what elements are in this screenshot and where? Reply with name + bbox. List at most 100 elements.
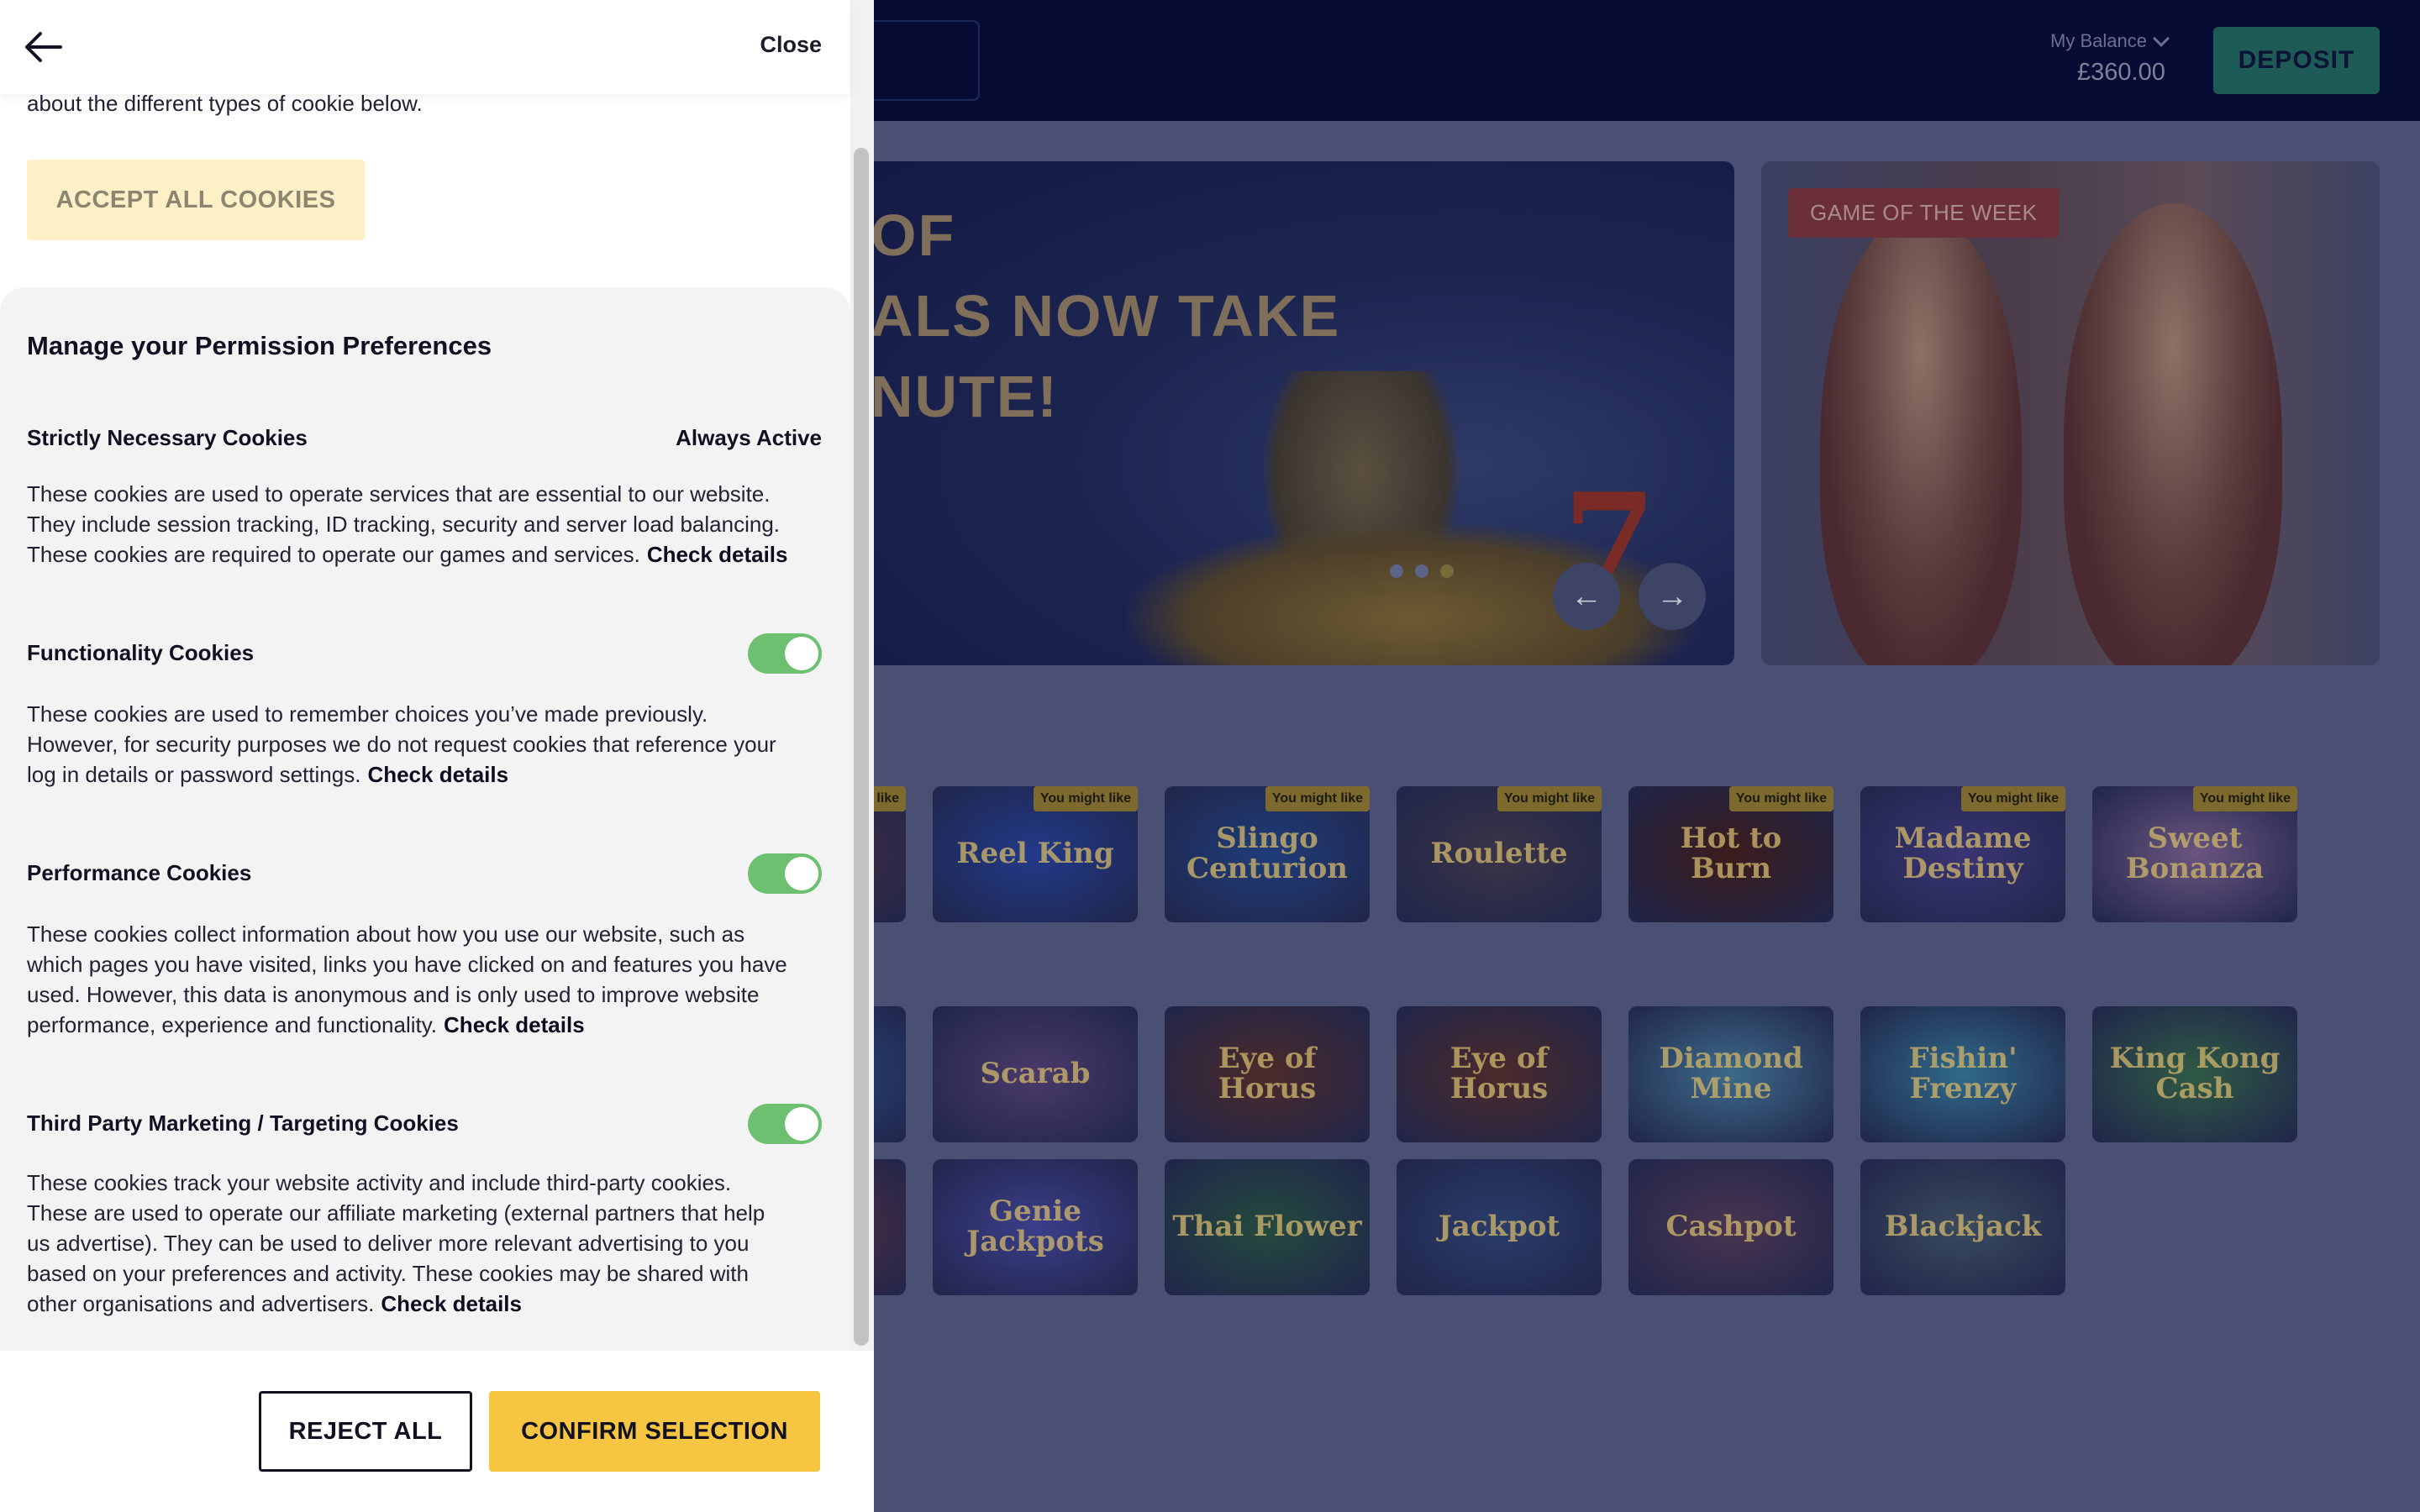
scrollbar-thumb[interactable] <box>854 148 869 1346</box>
game-tile[interactable]: Scarab <box>933 1006 1138 1142</box>
balance-toggle[interactable]: My Balance <box>2050 30 2170 52</box>
game-tile-title: Genie Jackpots <box>966 1194 1104 1258</box>
dealer-image <box>1820 212 2022 665</box>
description-line: other organisations and advertisers. <box>27 1291 375 1316</box>
functionality-toggle[interactable] <box>748 633 822 674</box>
description-line: However, for security purposes we do not… <box>27 732 776 757</box>
game-tile[interactable]: Slingo Centurion You might like <box>1165 786 1370 922</box>
confirm-selection-button[interactable]: CONFIRM SELECTION <box>489 1391 820 1472</box>
game-tile[interactable]: Thai Flower <box>1165 1159 1370 1295</box>
game-of-the-week-badge: GAME OF THE WEEK <box>1788 188 2060 238</box>
cookie-preferences-panel: about the different types of cookie belo… <box>0 0 874 1512</box>
panel-scroll-area[interactable]: about the different types of cookie belo… <box>0 0 850 1351</box>
description-line: used. However, this data is anonymous an… <box>27 982 760 1007</box>
performance-title: Performance Cookies <box>27 860 252 885</box>
game-tile[interactable]: Hot to Burn You might like <box>1628 786 1833 922</box>
game-tile[interactable]: Cashpot <box>1628 1159 1833 1295</box>
check-details-link[interactable]: Check details <box>381 1291 522 1316</box>
hero-headline-line-2: ALS NOW TAKE <box>871 283 1341 349</box>
you-might-like-tag: You might like <box>1728 786 1833 811</box>
game-tile-title: Thai Flower <box>1172 1210 1362 1244</box>
game-tile[interactable]: Jackpot <box>1397 1159 1602 1295</box>
strictly-necessary-title: Strictly Necessary Cookies <box>27 425 308 450</box>
description-line: These cookies are required to operate ou… <box>27 542 640 567</box>
description-line: log in details or password settings. <box>27 762 361 787</box>
deposit-button[interactable]: DEPOSIT <box>2213 27 2380 94</box>
description-line: These cookies are used to operate servic… <box>27 481 771 507</box>
game-tile-title: Eye of Horus <box>1449 1042 1549 1105</box>
game-tile-title: Slingo Centurion <box>1186 822 1349 885</box>
description-line: based on your preferences and activity. … <box>27 1261 749 1286</box>
game-tile[interactable]: Genie Jackpots <box>933 1159 1138 1295</box>
arrow-left-icon: ← <box>1570 578 1602 614</box>
intro-text: about the different types of cookie belo… <box>27 91 423 116</box>
dealer-image <box>2064 203 2282 665</box>
game-tile-title: Fishin' Frenzy <box>1908 1042 2018 1105</box>
performance-toggle[interactable] <box>748 853 822 894</box>
arrow-right-icon: → <box>1656 578 1688 614</box>
check-details-link[interactable]: Check details <box>647 542 788 567</box>
game-tile[interactable]: King Kong Cash <box>2092 1006 2297 1142</box>
game-of-the-week-card[interactable]: GAME OF THE WEEK <box>1761 161 2380 665</box>
description-line: These cookies collect information about … <box>27 921 745 947</box>
description-line: These are used to operate our affiliate … <box>27 1200 765 1226</box>
balance-label: My Balance <box>2050 30 2147 51</box>
carousel-dots <box>1390 564 1454 578</box>
carousel-prev-button[interactable]: ← <box>1553 563 1620 630</box>
game-tile-title: Cashpot <box>1665 1210 1797 1244</box>
game-tile[interactable]: Reel King You might like <box>933 786 1138 922</box>
check-details-link[interactable]: Check details <box>444 1012 585 1037</box>
game-tile[interactable]: Eye of Horus <box>1397 1006 1602 1142</box>
description-line: which pages you have visited, links you … <box>27 952 787 977</box>
permission-preferences-section: Manage your Permission Preferences Stric… <box>0 287 850 1351</box>
you-might-like-tag: You might like <box>1265 786 1370 811</box>
game-tile-title: Reel King <box>956 837 1114 871</box>
carousel-dot-active[interactable] <box>1440 564 1454 578</box>
game-tile-title: Sweet Bonanza <box>2125 822 2265 885</box>
game-tile-title: Blackjack <box>1884 1210 2042 1244</box>
functionality-description: These cookies are used to remember choic… <box>27 699 817 790</box>
game-tile[interactable]: Roulette You might like <box>1397 786 1602 922</box>
game-tile[interactable]: Fishin' Frenzy <box>1860 1006 2065 1142</box>
close-link[interactable]: Close <box>760 32 822 58</box>
accept-all-cookies-button[interactable]: ACCEPT ALL COOKIES <box>27 160 365 240</box>
third-party-marketing-title: Third Party Marketing / Targeting Cookie… <box>27 1110 459 1136</box>
carousel-dot[interactable] <box>1415 564 1428 578</box>
panel-header: Close <box>0 0 849 94</box>
game-tile[interactable]: Sweet Bonanza You might like <box>2092 786 2297 922</box>
carousel-dot[interactable] <box>1390 564 1403 578</box>
game-tile[interactable]: Eye of Horus <box>1165 1006 1370 1142</box>
game-tile-title: Scarab <box>980 1057 1091 1091</box>
game-tile-title: Eye of Horus <box>1218 1042 1317 1105</box>
check-details-link[interactable]: Check details <box>367 762 508 787</box>
description-line: performance, experience and functionalit… <box>27 1012 438 1037</box>
game-tile[interactable]: Blackjack <box>1860 1159 2065 1295</box>
description-line: They include session tracking, ID tracki… <box>27 512 780 537</box>
game-tile-title: Jackpot <box>1438 1210 1560 1244</box>
you-might-like-tag: You might like <box>1033 786 1138 811</box>
game-tile-title: Diamond Mine <box>1659 1042 1803 1105</box>
hero-headline-line-3: NUTE! <box>871 364 1059 429</box>
reject-all-button[interactable]: REJECT ALL <box>259 1391 472 1472</box>
you-might-like-tag: You might like <box>1497 786 1602 811</box>
hero-banner[interactable]: OF ALS NOW TAKE NUTE! 7 ← → <box>840 161 1734 665</box>
game-tile-title: Madame Destiny <box>1894 822 2032 885</box>
description-line: These cookies track your website activit… <box>27 1170 732 1195</box>
panel-scrollbar[interactable] <box>850 0 874 1351</box>
chevron-down-icon <box>2153 30 2170 47</box>
always-active-label: Always Active <box>676 425 822 450</box>
functionality-title: Functionality Cookies <box>27 640 255 665</box>
game-tile[interactable]: Diamond Mine <box>1628 1006 1833 1142</box>
back-arrow-icon[interactable] <box>24 29 64 66</box>
strictly-necessary-description: These cookies are used to operate servic… <box>27 479 817 570</box>
description-line: These cookies are used to remember choic… <box>27 701 708 727</box>
panel-footer: REJECT ALL CONFIRM SELECTION <box>0 1351 874 1512</box>
you-might-like-tag: You might like <box>1960 786 2065 811</box>
description-line: us advertise). They can be used to deliv… <box>27 1231 750 1256</box>
game-tile[interactable]: Madame Destiny You might like <box>1860 786 2065 922</box>
carousel-next-button[interactable]: → <box>1639 563 1706 630</box>
third-party-marketing-description: These cookies track your website activit… <box>27 1168 817 1319</box>
performance-description: These cookies collect information about … <box>27 919 817 1040</box>
hero-headline-line-1: OF <box>871 202 956 268</box>
third-party-marketing-toggle[interactable] <box>748 1104 822 1144</box>
